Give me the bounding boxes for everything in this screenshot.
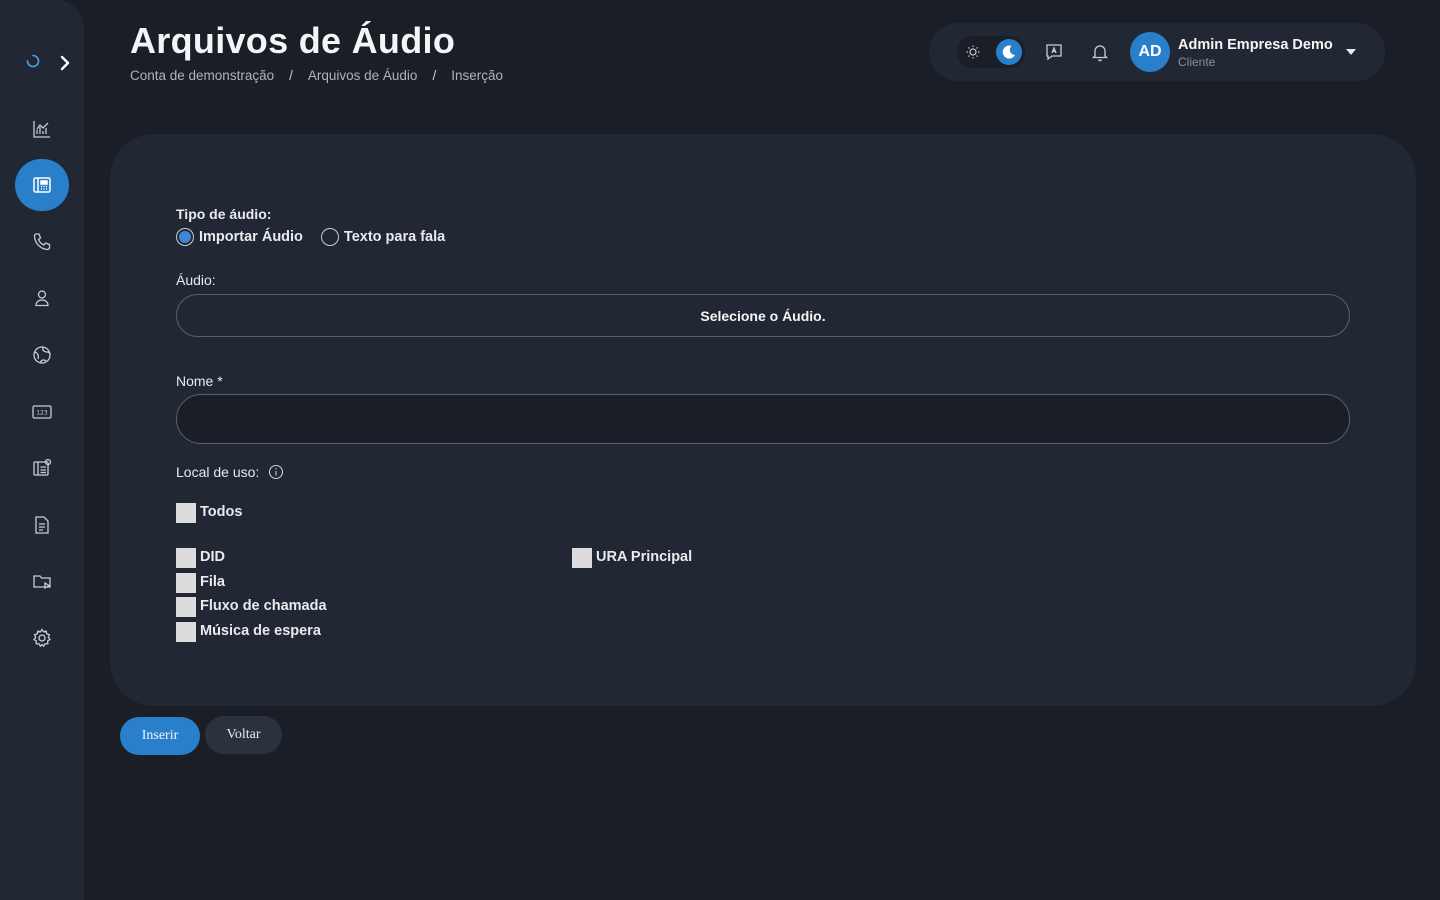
sidebar-top: [24, 50, 74, 76]
name-input[interactable]: [176, 394, 1350, 444]
checkbox-all[interactable]: Todos: [176, 501, 242, 523]
usage-label: Local de uso:: [176, 464, 260, 480]
checkbox-main-ivr-label: URA Principal: [596, 549, 693, 565]
bell-icon[interactable]: [1089, 41, 1111, 63]
chart-icon: [33, 121, 50, 138]
chevron-down-icon[interactable]: [1346, 49, 1356, 55]
support-chat-icon[interactable]: [1043, 41, 1065, 63]
user-role: Cliente: [1178, 55, 1216, 69]
checkbox-hold-music-label: Música de espera: [200, 623, 321, 639]
moon-icon[interactable]: [996, 39, 1022, 65]
sidebar-item-dashboard[interactable]: [15, 103, 69, 155]
checkbox-call-flow[interactable]: Fluxo de chamada: [176, 595, 327, 617]
radio-indicator[interactable]: [320, 228, 339, 246]
audio-type-label: Tipo de áudio:: [176, 206, 272, 222]
audio-type-radio-group: Importar Áudio Texto para fala: [176, 228, 445, 246]
checkbox-box[interactable]: [176, 548, 196, 568]
audio-label: Áudio:: [176, 272, 216, 288]
globe-icon: [33, 346, 51, 364]
avatar[interactable]: AD: [1130, 32, 1170, 72]
chevron-right-icon[interactable]: [58, 54, 72, 72]
breadcrumb-item-audio-files[interactable]: Arquivos de Áudio: [308, 68, 418, 83]
sidebar-item-ivr[interactable]: [15, 442, 69, 494]
checkbox-box[interactable]: [572, 548, 592, 568]
theme-toggle[interactable]: [957, 36, 1025, 68]
sun-icon[interactable]: [963, 42, 983, 62]
info-icon[interactable]: [268, 464, 284, 480]
form-card: Tipo de áudio: Importar Áudio Texto para…: [110, 134, 1416, 706]
gear-icon: [33, 628, 51, 648]
breadcrumb-separator: /: [289, 68, 293, 83]
switchboard-icon: [33, 177, 51, 193]
insert-button[interactable]: Inserir: [120, 717, 200, 755]
breadcrumb: Conta de demonstração / Arquivos de Áudi…: [130, 68, 503, 83]
sidebar-item-users[interactable]: [15, 272, 69, 324]
radio-import-audio-label: Importar Áudio: [199, 229, 303, 245]
name-label: Nome *: [176, 373, 223, 389]
back-button[interactable]: Voltar: [205, 716, 282, 754]
select-audio-button[interactable]: Selecione o Áudio.: [176, 294, 1350, 337]
topbar: AD Admin Empresa Demo Cliente: [929, 23, 1385, 81]
sidebar-item-calls[interactable]: [15, 216, 69, 268]
svg-text:123: 123: [36, 410, 48, 417]
checkbox-did-label: DID: [200, 549, 225, 565]
breadcrumb-item-insert: Inserção: [451, 68, 503, 83]
settings-panel-icon: [33, 458, 52, 476]
checkbox-main-ivr[interactable]: URA Principal: [572, 546, 692, 568]
checkbox-queue-label: Fila: [200, 574, 225, 590]
checkbox-box[interactable]: [176, 597, 196, 617]
breadcrumb-separator: /: [432, 68, 437, 83]
user-name[interactable]: Admin Empresa Demo: [1178, 37, 1333, 53]
folder-play-icon: [33, 575, 51, 590]
sidebar-item-recordings[interactable]: [15, 555, 69, 607]
checkbox-did[interactable]: DID: [176, 546, 225, 568]
checkbox-box[interactable]: [176, 573, 196, 593]
radio-text-to-speech-label: Texto para fala: [343, 229, 446, 245]
sidebar-item-settings[interactable]: [15, 612, 69, 664]
sidebar-item-network[interactable]: [15, 329, 69, 381]
sidebar-item-numbers[interactable]: 123: [15, 386, 69, 438]
loading-icon: [26, 54, 40, 68]
sidebar-item-audio[interactable]: [15, 159, 69, 211]
radio-import-audio[interactable]: Importar Áudio: [176, 228, 303, 246]
checkbox-queue[interactable]: Fila: [176, 571, 225, 593]
number-123-icon: 123: [32, 405, 52, 419]
checkbox-hold-music[interactable]: Música de espera: [176, 620, 321, 642]
checkbox-box[interactable]: [176, 622, 196, 642]
document-icon: [35, 516, 49, 534]
radio-indicator-selected[interactable]: [176, 228, 194, 246]
checkbox-all-label: Todos: [200, 504, 243, 520]
page-title: Arquivos de Áudio: [130, 20, 456, 61]
user-icon: [35, 290, 49, 307]
breadcrumb-item-account[interactable]: Conta de demonstração: [130, 68, 274, 83]
checkbox-box[interactable]: [176, 503, 196, 523]
checkbox-call-flow-label: Fluxo de chamada: [200, 598, 327, 614]
sidebar: 123: [0, 0, 84, 900]
phone-icon: [33, 233, 51, 251]
radio-text-to-speech[interactable]: Texto para fala: [320, 228, 446, 246]
sidebar-item-reports[interactable]: [15, 499, 69, 551]
